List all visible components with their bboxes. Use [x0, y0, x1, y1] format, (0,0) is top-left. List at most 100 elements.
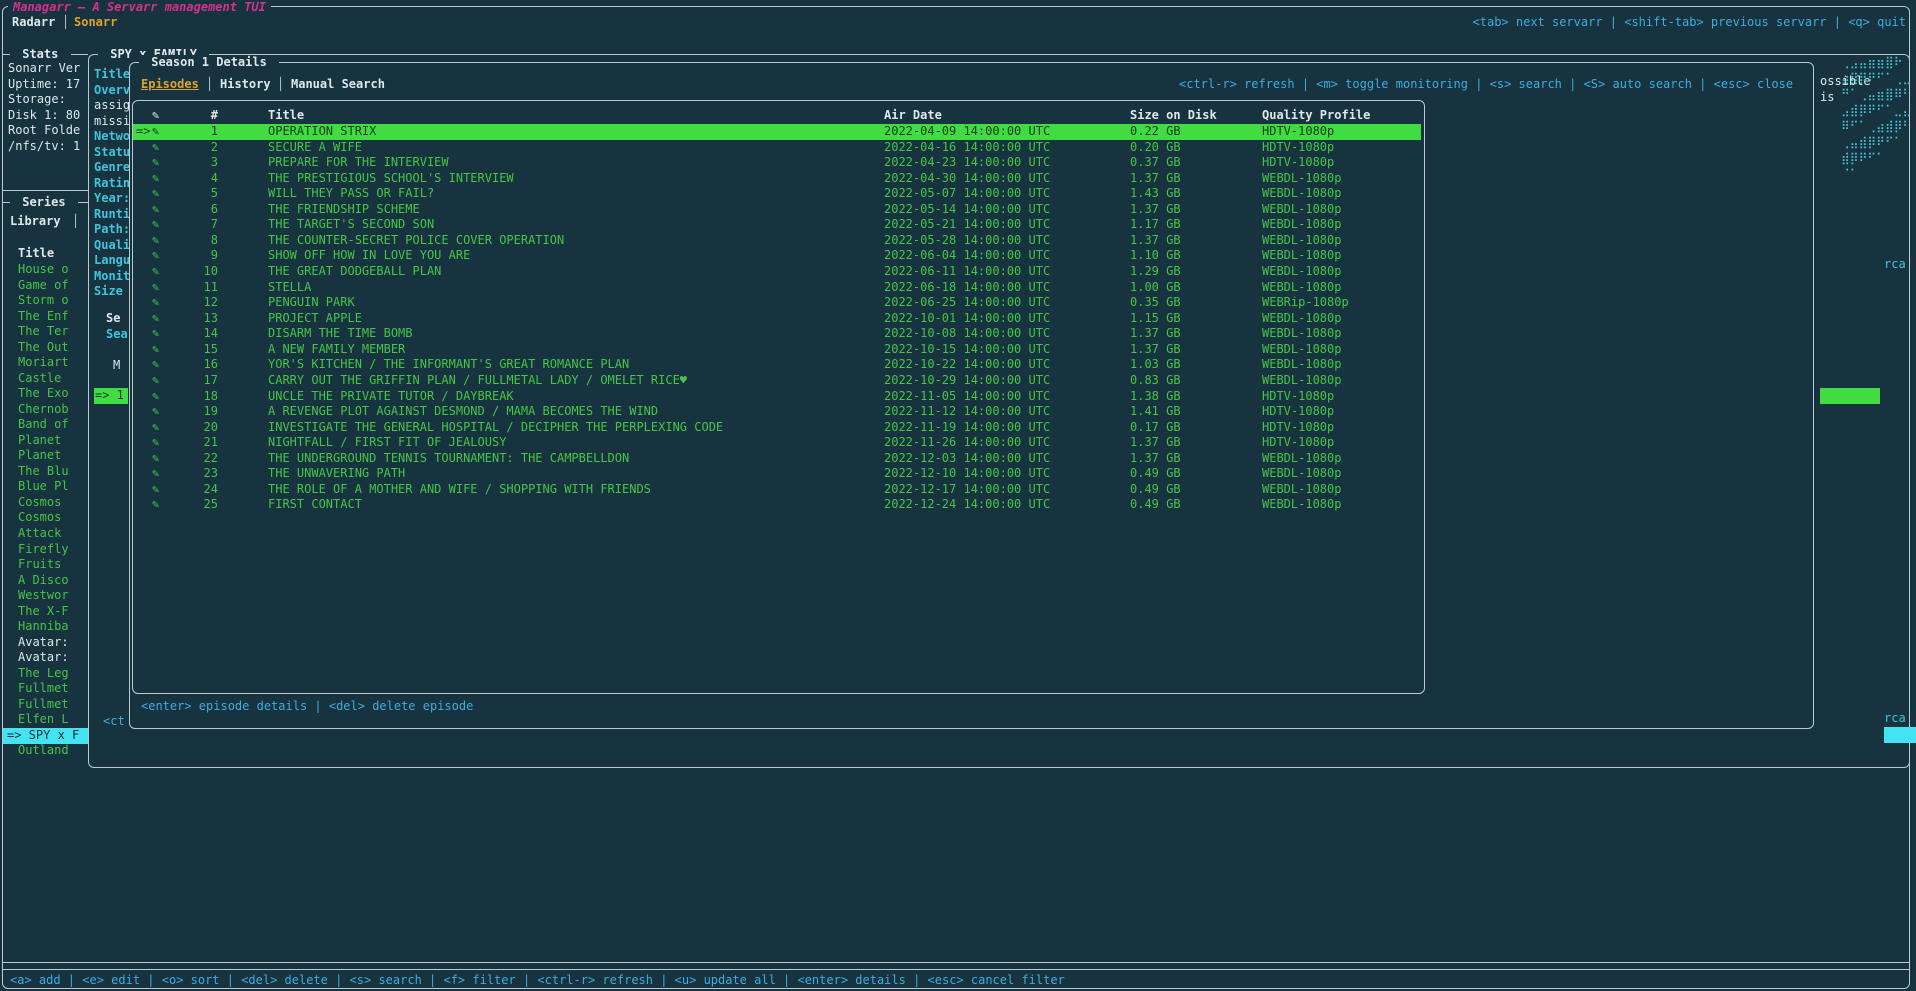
episode-number: 3 — [196, 155, 218, 170]
series-item[interactable]: Westwor — [18, 588, 69, 603]
episode-size: 0.37 GB — [1130, 155, 1181, 170]
episode-size: 1.37 GB — [1130, 326, 1181, 341]
episode-air-date: 2022-05-28 14:00:00 UTC — [884, 233, 1050, 248]
episode-quality: WEBDL-1080p — [1262, 311, 1341, 326]
series-item[interactable]: Attack — [18, 526, 61, 541]
episode-size: 0.49 GB — [1130, 497, 1181, 512]
episode-number: 5 — [196, 186, 218, 201]
stat-line: Storage: — [8, 92, 66, 107]
edit-pencil-icon: ✎ — [152, 466, 159, 481]
episode-air-date: 2022-11-19 14:00:00 UTC — [884, 420, 1050, 435]
episode-row[interactable]: ✎22THE UNDERGROUND TENNIS TOURNAMENT: TH… — [0, 451, 1916, 467]
series-item[interactable]: Outland — [18, 743, 69, 758]
edit-pencil-icon: ✎ — [152, 357, 159, 372]
episode-size: 0.20 GB — [1130, 140, 1181, 155]
episode-row[interactable]: ✎24THE ROLE OF A MOTHER AND WIFE / SHOPP… — [0, 482, 1916, 498]
episode-quality: WEBDL-1080p — [1262, 342, 1341, 357]
series-item[interactable]: A Disco — [18, 573, 69, 588]
tab-radarr[interactable]: Radarr — [12, 15, 55, 30]
series-item[interactable]: Firefly — [18, 542, 69, 557]
episode-size: 1.37 GB — [1130, 451, 1181, 466]
episode-row[interactable]: ✎11STELLA2022-06-18 14:00:00 UTC1.00 GBW… — [0, 280, 1916, 296]
edit-pencil-icon: ✎ — [152, 373, 159, 388]
episode-air-date: 2022-05-14 14:00:00 UTC — [884, 202, 1050, 217]
episode-size: 0.49 GB — [1130, 482, 1181, 497]
series-item[interactable]: Hanniba — [18, 619, 69, 634]
series-item[interactable]: Elfen L — [18, 712, 69, 727]
episode-row[interactable]: ✎19A REVENGE PLOT AGAINST DESMOND / MAMA… — [0, 404, 1916, 420]
episode-quality: WEBDL-1080p — [1262, 186, 1341, 201]
episode-air-date: 2022-04-30 14:00:00 UTC — [884, 171, 1050, 186]
episode-quality: WEBDL-1080p — [1262, 280, 1341, 295]
number-column-header: # — [196, 108, 218, 123]
episode-row[interactable]: ✎10THE GREAT DODGEBALL PLAN2022-06-11 14… — [0, 264, 1916, 280]
series-item[interactable]: The Leg — [18, 666, 69, 681]
edit-column-pencil-icon: ✎ — [152, 108, 159, 123]
episode-number: 15 — [196, 342, 218, 357]
series-detail-field-label: Overv — [94, 83, 130, 98]
episode-title: YOR'S KITCHEN / THE INFORMANT'S GREAT RO… — [268, 357, 629, 372]
episode-row[interactable]: ✎7THE TARGET'S SECOND SON2022-05-21 14:0… — [0, 217, 1916, 233]
episode-title: DISARM THE TIME BOMB — [268, 326, 413, 341]
episode-row[interactable]: ✎23THE UNWAVERING PATH2022-12-10 14:00:0… — [0, 466, 1916, 482]
edit-pencil-icon: ✎ — [152, 342, 159, 357]
episode-row[interactable]: ✎25FIRST CONTACT2022-12-24 14:00:00 UTC0… — [0, 497, 1916, 513]
episode-number: 19 — [196, 404, 218, 419]
episode-air-date: 2022-04-16 14:00:00 UTC — [884, 140, 1050, 155]
episode-air-date: 2022-10-22 14:00:00 UTC — [884, 357, 1050, 372]
episode-number: 13 — [196, 311, 218, 326]
episode-title: THE UNWAVERING PATH — [268, 466, 405, 481]
episode-row[interactable]: ✎5WILL THEY PASS OR FAIL?2022-05-07 14:0… — [0, 186, 1916, 202]
series-item[interactable]: The X-F — [18, 604, 69, 619]
episode-air-date: 2022-10-01 14:00:00 UTC — [884, 311, 1050, 326]
episode-title: FIRST CONTACT — [268, 497, 362, 512]
series-item[interactable]: Fullmet — [18, 697, 69, 712]
tab-sonarr[interactable]: Sonarr — [74, 15, 117, 30]
edit-pencil-icon: ✎ — [152, 155, 159, 170]
edit-pencil-icon: ✎ — [152, 435, 159, 450]
series-item[interactable]: Avatar: — [18, 635, 69, 650]
episode-size: 0.22 GB — [1130, 124, 1181, 139]
episode-row[interactable]: ✎14DISARM THE TIME BOMB2022-10-08 14:00:… — [0, 326, 1916, 342]
episode-number: 21 — [196, 435, 218, 450]
episode-row[interactable]: ✎15A NEW FAMILY MEMBER2022-10-15 14:00:0… — [0, 342, 1916, 358]
episode-row[interactable]: ✎8THE COUNTER-SECRET POLICE COVER OPERAT… — [0, 233, 1916, 249]
episode-row[interactable]: ✎16YOR'S KITCHEN / THE INFORMANT'S GREAT… — [0, 357, 1916, 373]
edit-pencil-icon: ✎ — [152, 186, 159, 201]
episode-row[interactable]: ✎13PROJECT APPLE2022-10-01 14:00:00 UTC1… — [0, 311, 1916, 327]
episode-quality: WEBDL-1080p — [1262, 497, 1341, 512]
series-item[interactable]: Fullmet — [18, 681, 69, 696]
episode-row[interactable]: ✎3PREPARE FOR THE INTERVIEW2022-04-23 14… — [0, 155, 1916, 171]
series-item[interactable]: Avatar: — [18, 650, 69, 665]
episode-row[interactable]: ✎21NIGHTFALL / FIRST FIT OF JEALOUSY2022… — [0, 435, 1916, 451]
episode-number: 6 — [196, 202, 218, 217]
tab-episodes[interactable]: Episodes — [141, 77, 199, 92]
episode-size: 1.29 GB — [1130, 264, 1181, 279]
episode-row[interactable]: ✎17CARRY OUT THE GRIFFIN PLAN / FULLMETA… — [0, 373, 1916, 389]
stat-line: Sonarr Ver — [8, 61, 80, 76]
series-item-selected[interactable]: => SPY x F — [3, 728, 88, 744]
overview-text-fragment-2: is — [1820, 90, 1834, 105]
tab-history[interactable]: History — [220, 77, 271, 92]
episode-row[interactable]: ✎18UNCLE THE PRIVATE TUTOR / DAYBREAK202… — [0, 389, 1916, 405]
episode-title: OPERATION STRIX — [268, 124, 376, 139]
episode-row[interactable]: ✎12PENGUIN PARK2022-06-25 14:00:00 UTC0.… — [0, 295, 1916, 311]
episode-number: 25 — [196, 497, 218, 512]
episode-air-date: 2022-06-11 14:00:00 UTC — [884, 264, 1050, 279]
edit-pencil-icon: ✎ — [152, 264, 159, 279]
episode-row[interactable]: ✎4THE PRESTIGIOUS SCHOOL'S INTERVIEW2022… — [0, 171, 1916, 187]
episode-row[interactable]: ✎9SHOW OFF HOW IN LOVE YOU ARE2022-06-04… — [0, 248, 1916, 264]
episode-row[interactable]: =>✎1OPERATION STRIX2022-04-09 14:00:00 U… — [0, 124, 1916, 140]
episode-size: 1.00 GB — [1130, 280, 1181, 295]
tab-manual-search[interactable]: Manual Search — [291, 77, 385, 92]
episode-title: PROJECT APPLE — [268, 311, 362, 326]
edit-pencil-icon: ✎ — [152, 389, 159, 404]
episode-row[interactable]: ✎2SECURE A WIFE2022-04-16 14:00:00 UTC0.… — [0, 140, 1916, 156]
episode-row[interactable]: ✎20INVESTIGATE THE GENERAL HOSPITAL / DE… — [0, 420, 1916, 436]
series-item[interactable]: Fruits — [18, 557, 61, 572]
episode-title: PENGUIN PARK — [268, 295, 355, 310]
episode-size: 1.37 GB — [1130, 171, 1181, 186]
episode-quality: WEBRip-1080p — [1262, 295, 1349, 310]
help-bar-top-border — [3, 969, 1909, 970]
episode-row[interactable]: ✎6THE FRIENDSHIP SCHEME2022-05-14 14:00:… — [0, 202, 1916, 218]
